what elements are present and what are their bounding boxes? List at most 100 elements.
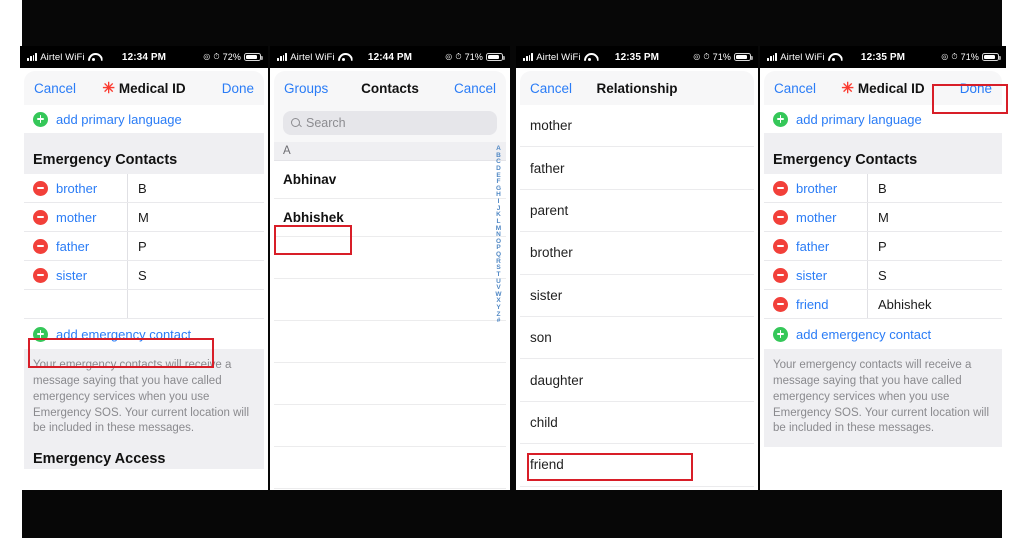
add-emergency-contact-row[interactable]: add emergency contact <box>764 319 1002 349</box>
table-row[interactable]: brother B <box>764 174 1002 203</box>
location-arrow-icon: ◎ <box>203 52 211 61</box>
wifi-icon <box>88 53 99 62</box>
list-item[interactable]: parent <box>520 189 754 233</box>
table-row[interactable]: mother M <box>24 203 264 232</box>
remove-icon[interactable] <box>773 209 788 225</box>
relation-label: father <box>796 238 830 254</box>
alarm-icon: ⏱ <box>703 52 710 61</box>
plus-icon <box>773 111 788 127</box>
relationship-list[interactable]: mother father parent brother sister son … <box>520 105 754 490</box>
list-item[interactable]: daughter <box>520 359 754 402</box>
contact-name: Abhishek <box>878 296 932 312</box>
location-arrow-icon: ◎ <box>445 52 453 61</box>
alarm-icon: ⏱ <box>951 52 958 61</box>
table-row-new[interactable]: friend Abhishek <box>764 290 1002 319</box>
list-item-empty <box>274 237 506 279</box>
list-item[interactable]: mother <box>520 105 754 148</box>
sheet: Cancel ✳ Medical ID Done add primary lan… <box>764 71 1002 490</box>
medical-asterisk-icon: ✳ <box>841 79 854 97</box>
done-button[interactable]: Done <box>960 81 992 96</box>
sheet: Cancel Relationship mother father parent… <box>520 71 754 490</box>
status-bar: Airtel WiFi 12:44 PM ◎ ⏱ 71% <box>270 46 510 68</box>
table-row[interactable]: mother M <box>764 203 1002 232</box>
table-row[interactable]: sister S <box>764 261 1002 290</box>
alpha-index-letter[interactable]: # <box>497 318 501 325</box>
list-item[interactable]: child <box>520 401 754 445</box>
contact-name: M <box>138 209 149 225</box>
table-row[interactable]: father P <box>24 232 264 261</box>
relation-label: father <box>56 238 90 254</box>
panel-contacts-picker: Airtel WiFi 12:44 PM ◎ ⏱ 71% Groups Cont… <box>270 46 510 490</box>
panel-medical-id-before: Airtel WiFi 12:34 PM ◎ ⏱ 72% Cancel ✳ Me… <box>20 46 268 490</box>
screenshot-stage: Airtel WiFi 12:34 PM ◎ ⏱ 72% Cancel ✳ Me… <box>0 0 1024 538</box>
add-emergency-contact-label: add emergency contact <box>56 326 192 342</box>
cancel-button[interactable]: Cancel <box>34 81 76 96</box>
battery-icon <box>486 52 505 62</box>
cancel-button[interactable]: Cancel <box>530 81 572 96</box>
remove-icon[interactable] <box>33 209 48 225</box>
groups-button[interactable]: Groups <box>284 81 328 96</box>
nav-bar: Cancel ✳ Medical ID Done <box>764 71 1002 105</box>
battery-percent-label: 71% <box>960 52 979 62</box>
remove-icon[interactable] <box>773 238 788 254</box>
list-item[interactable]: son <box>520 316 754 360</box>
alarm-icon: ⏱ <box>455 52 462 61</box>
search-input[interactable]: Search <box>283 111 497 135</box>
add-primary-language-row[interactable]: add primary language <box>24 105 264 133</box>
table-row[interactable]: father P <box>764 232 1002 261</box>
list-item-friend[interactable]: friend <box>520 444 754 487</box>
emergency-contacts-heading: Emergency Contacts <box>24 143 264 174</box>
alarm-icon: ⏱ <box>213 52 220 61</box>
remove-icon[interactable] <box>773 296 788 312</box>
contacts-list[interactable]: A Abhinav Abhishek ABCDEFGHIJKLMNOPQRSTU… <box>274 142 506 490</box>
relation-label: brother <box>796 180 838 196</box>
status-bar: Airtel WiFi 12:35 PM ◎ ⏱ 71% <box>760 46 1006 68</box>
list-item[interactable]: Abhinav <box>274 161 506 199</box>
list-item-empty <box>274 405 506 447</box>
emergency-contacts-heading: Emergency Contacts <box>764 143 1002 174</box>
add-primary-language-label: add primary language <box>56 111 182 127</box>
location-arrow-icon: ◎ <box>941 52 949 61</box>
alphabet-index-scrubber[interactable]: A B C D E F G H I J K L M N O P Q R S T U V W X Y Z # <box>493 145 504 486</box>
carrier-label: Airtel WiFi <box>780 51 825 63</box>
list-item[interactable]: Abhishek <box>274 199 506 237</box>
location-arrow-icon: ◎ <box>693 52 701 61</box>
contact-name: M <box>878 209 889 225</box>
contact-name: P <box>138 238 147 254</box>
plus-icon <box>33 326 48 342</box>
list-item[interactable]: brother <box>520 232 754 275</box>
cancel-button[interactable]: Cancel <box>774 81 816 96</box>
list-item-empty <box>274 447 506 489</box>
table-row[interactable]: sister S <box>24 261 264 290</box>
list-item-empty <box>274 321 506 363</box>
relation-label: sister <box>56 267 88 283</box>
carrier-label: Airtel WiFi <box>290 51 335 63</box>
panel-medical-id-after: Airtel WiFi 12:35 PM ◎ ⏱ 71% Cancel ✳ Me… <box>760 46 1006 490</box>
add-primary-language-label: add primary language <box>796 111 922 127</box>
relation-label: sister <box>796 267 828 283</box>
cancel-button[interactable]: Cancel <box>454 81 496 96</box>
panel-relationship-picker: Airtel WiFi 12:35 PM ◎ ⏱ 71% Cancel Rela… <box>516 46 758 490</box>
list-item[interactable]: father <box>520 147 754 190</box>
add-emergency-contact-row[interactable]: add emergency contact <box>24 319 264 349</box>
remove-icon[interactable] <box>33 267 48 283</box>
wifi-icon <box>338 53 349 62</box>
remove-icon[interactable] <box>773 267 788 283</box>
relation-label: mother <box>796 209 837 225</box>
section-index-header: A <box>274 142 506 161</box>
emergency-contacts-footnote: Your emergency contacts will receive a m… <box>24 349 264 448</box>
remove-icon[interactable] <box>33 180 48 196</box>
battery-percent-label: 72% <box>222 52 241 62</box>
add-primary-language-row[interactable]: add primary language <box>764 105 1002 133</box>
sheet: Cancel ✳ Medical ID Done add primary lan… <box>24 71 264 490</box>
list-item[interactable]: sister <box>520 274 754 317</box>
signal-bars-icon <box>767 53 778 61</box>
done-button[interactable]: Done <box>222 81 254 96</box>
status-bar: Airtel WiFi 12:35 PM ◎ ⏱ 71% <box>516 46 758 68</box>
remove-icon[interactable] <box>773 180 788 196</box>
remove-icon[interactable] <box>33 238 48 254</box>
signal-bars-icon <box>277 53 288 61</box>
plus-icon <box>773 326 788 342</box>
list-item-empty <box>274 363 506 405</box>
table-row[interactable]: brother B <box>24 174 264 203</box>
